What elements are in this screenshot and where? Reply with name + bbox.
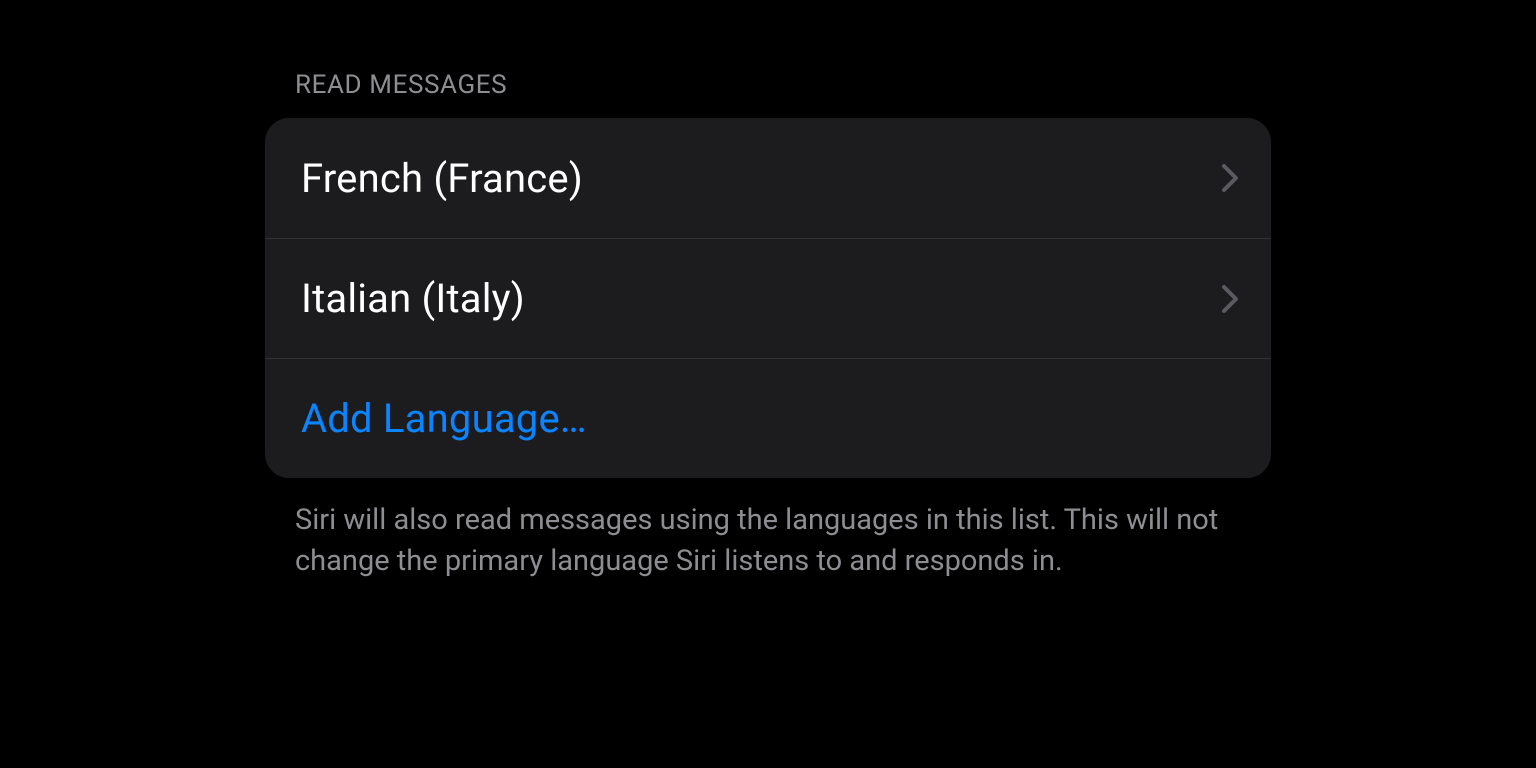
chevron-right-icon xyxy=(1221,163,1239,193)
languages-group: French (France) Italian (Italy) Add Lang… xyxy=(265,118,1271,478)
language-row-label: Italian (Italy) xyxy=(301,275,525,322)
chevron-right-icon xyxy=(1221,284,1239,314)
add-language-label: Add Language… xyxy=(301,395,587,442)
add-language-row[interactable]: Add Language… xyxy=(265,358,1271,478)
settings-page: READ MESSAGES French (France) Italian (I… xyxy=(0,0,1536,768)
language-row-italian[interactable]: Italian (Italy) xyxy=(265,238,1271,358)
language-row-french[interactable]: French (France) xyxy=(265,118,1271,238)
section-header-read-messages: READ MESSAGES xyxy=(265,70,1271,118)
language-row-label: French (France) xyxy=(301,155,583,202)
section-footer-text: Siri will also read messages using the l… xyxy=(265,478,1271,582)
